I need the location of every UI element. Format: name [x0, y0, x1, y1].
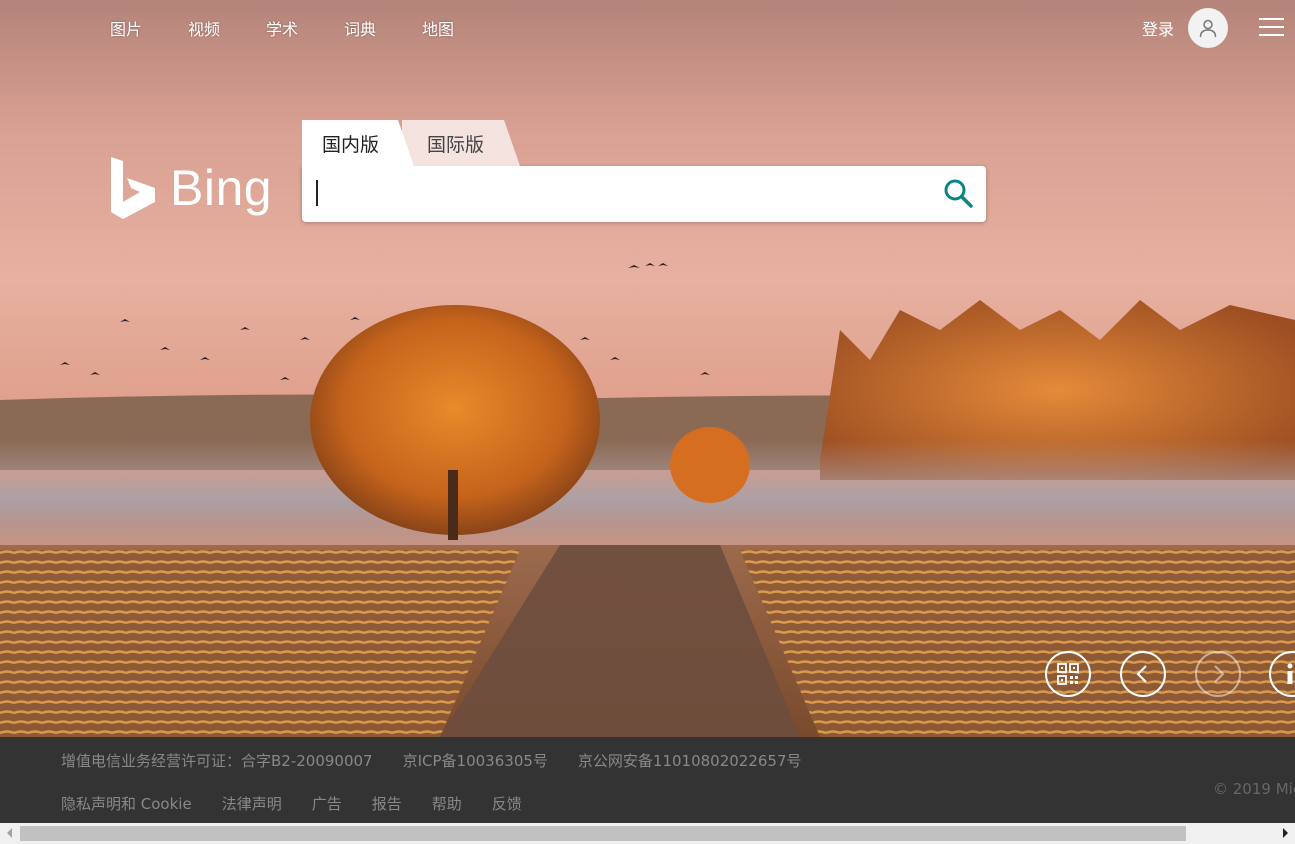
background-image: [0, 0, 1295, 737]
bing-logo[interactable]: Bing: [110, 156, 272, 220]
search-scope-tabs: 国内版 国际版: [302, 120, 532, 166]
qr-code-icon: [1057, 663, 1079, 685]
nav-item-images[interactable]: 图片: [110, 16, 188, 40]
footer: 增值电信业务经营许可证：合字B2-20090007 京ICP备10036305号…: [0, 737, 1295, 823]
search-input[interactable]: [314, 176, 918, 214]
qr-code-button[interactable]: [1045, 651, 1091, 697]
footer-link-feedback[interactable]: 反馈: [492, 793, 522, 814]
search-button[interactable]: [940, 176, 976, 212]
bing-b-icon: [111, 157, 155, 219]
footer-links: 隐私声明和 Cookie 法律声明 广告 报告 帮助 反馈: [61, 793, 552, 814]
nav-item-maps[interactable]: 地图: [422, 16, 500, 40]
license-row: 增值电信业务经营许可证：合字B2-20090007 京ICP备10036305号…: [61, 750, 832, 771]
scroll-left-arrow-icon[interactable]: [7, 828, 12, 838]
license-telecom: 增值电信业务经营许可证：合字B2-20090007: [61, 752, 373, 770]
footer-link-help[interactable]: 帮助: [432, 793, 462, 814]
search-box: [302, 166, 986, 222]
tab-international[interactable]: 国际版: [402, 120, 520, 166]
nav-item-videos[interactable]: 视频: [188, 16, 266, 40]
top-nav: 图片 视频 学术 词典 地图: [110, 16, 500, 40]
logo-text: Bing: [170, 160, 273, 216]
license-icp[interactable]: 京ICP备10036305号: [403, 750, 548, 771]
footer-link-ads[interactable]: 广告: [312, 793, 342, 814]
user-icon: [1199, 19, 1217, 38]
scroll-right-arrow-icon[interactable]: [1283, 828, 1288, 838]
login-link[interactable]: 登录: [1142, 16, 1174, 40]
info-icon: [1287, 663, 1293, 684]
license-police[interactable]: 京公网安备11010802022657号: [578, 750, 802, 771]
nav-item-academic[interactable]: 学术: [266, 16, 344, 40]
next-image-icon: [1214, 665, 1225, 683]
footer-link-legal[interactable]: 法律声明: [222, 793, 282, 814]
search-icon: [944, 179, 973, 208]
footer-link-privacy[interactable]: 隐私声明和 Cookie: [61, 793, 192, 814]
tab-domestic[interactable]: 国内版: [302, 120, 414, 166]
horizontal-scrollbar[interactable]: [0, 823, 1295, 844]
footer-link-report[interactable]: 报告: [372, 793, 402, 814]
copyright: © 2019 Mic: [1213, 780, 1295, 798]
next-image-button[interactable]: [1195, 651, 1241, 697]
avatar[interactable]: [1188, 8, 1228, 48]
previous-image-button[interactable]: [1120, 651, 1166, 697]
scrollbar-thumb[interactable]: [20, 826, 1186, 841]
previous-image-icon: [1136, 665, 1147, 683]
hamburger-menu-icon[interactable]: [1259, 18, 1284, 38]
nav-item-dictionary[interactable]: 词典: [344, 16, 422, 40]
